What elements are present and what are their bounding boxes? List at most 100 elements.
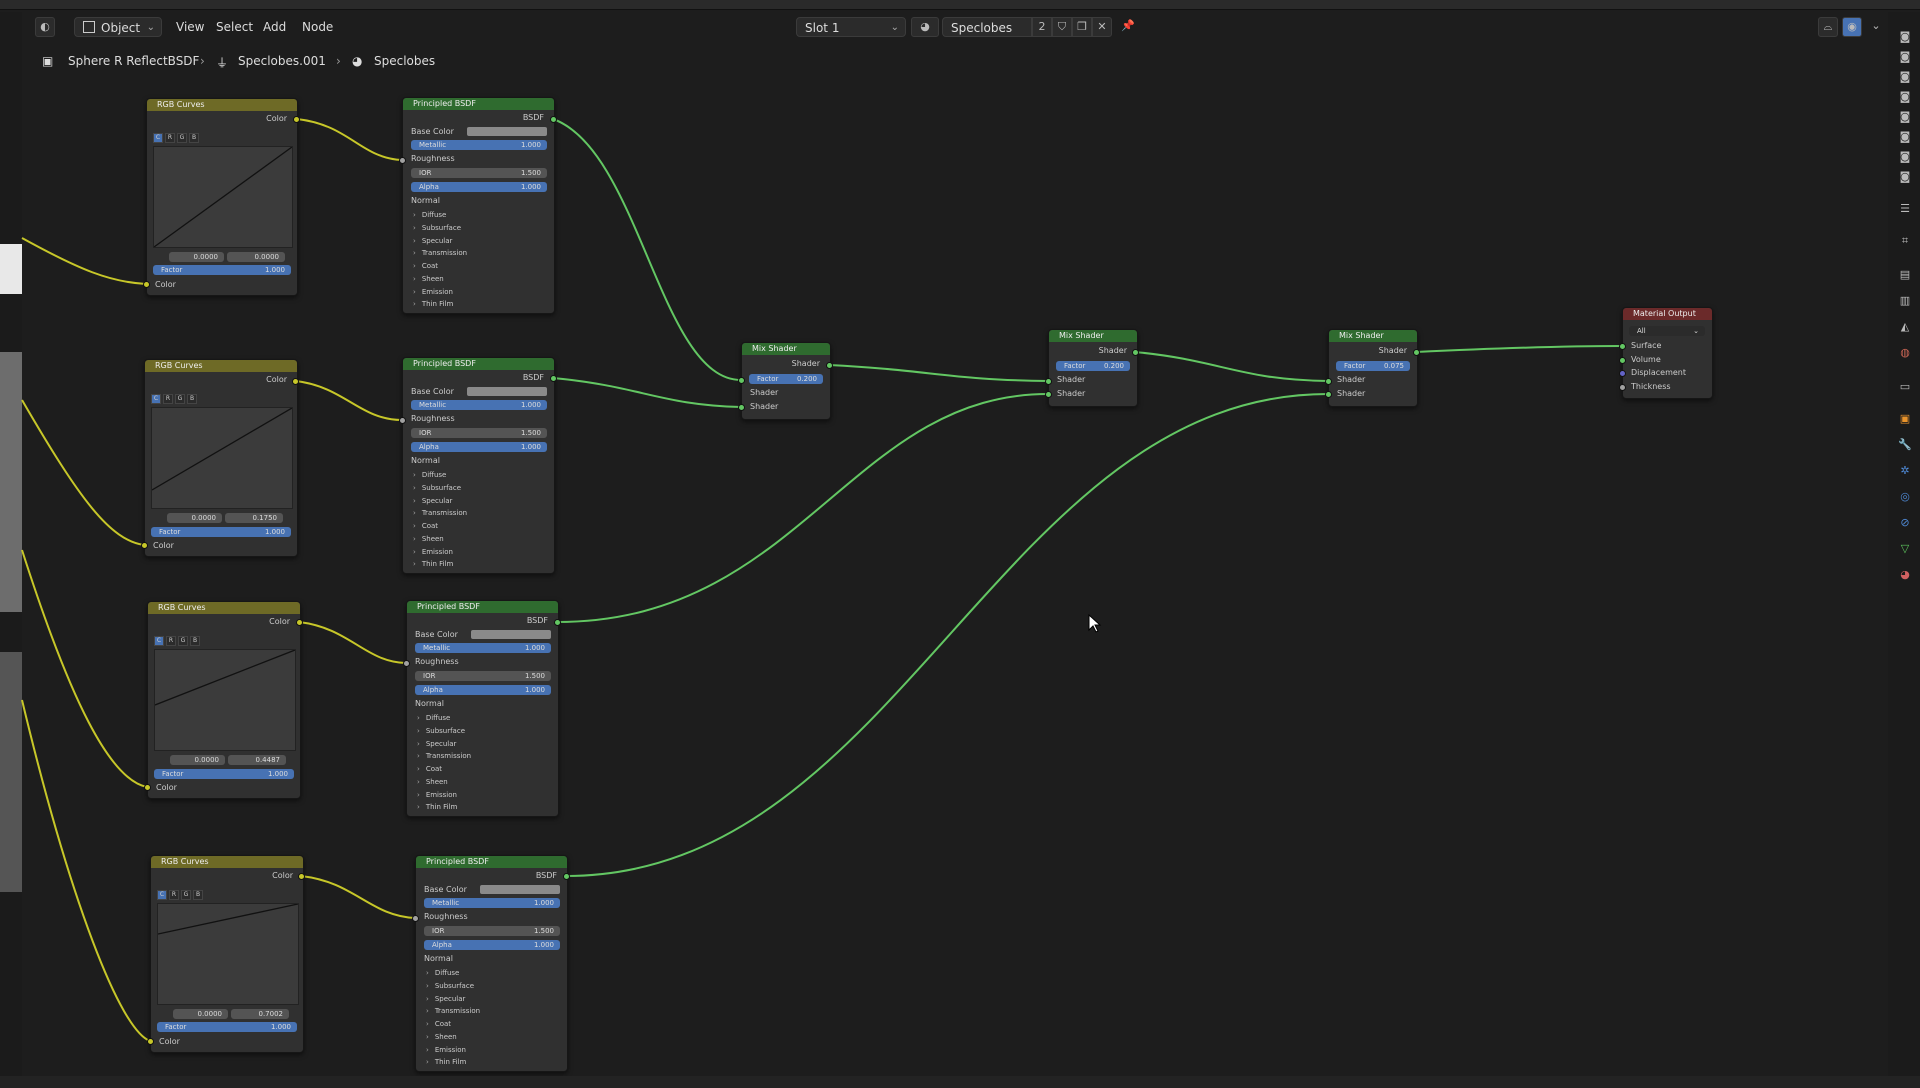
- metallic-field[interactable]: Metallic 1.000: [415, 643, 551, 653]
- metallic-field[interactable]: Metallic 1.000: [411, 140, 547, 150]
- tool-icon[interactable]: ☰: [1898, 202, 1912, 216]
- particles-icon[interactable]: ✲: [1898, 464, 1912, 478]
- ior-field[interactable]: IOR 1.500: [411, 428, 547, 438]
- view-layer-icon[interactable]: ▥: [1898, 294, 1912, 308]
- mix-shader-node[interactable]: Mix Shader Shader Factor 0.200 Shader Sha…: [741, 342, 831, 420]
- principled-bsdf-node[interactable]: Principled BSDF BSDF Base Color Metallic…: [406, 600, 559, 817]
- socket-volume-in[interactable]: [1619, 357, 1626, 364]
- channel-b[interactable]: B: [187, 394, 197, 404]
- rgb-curves-node[interactable]: RGB Curves Color C R G B 0.0000 0.7002 F…: [150, 855, 304, 1053]
- panel-subsurface[interactable]: Subsurface: [413, 222, 461, 234]
- panel-diffuse[interactable]: Diffuse: [417, 712, 451, 724]
- camera-icon[interactable]: ◙: [1898, 30, 1912, 44]
- curve-graph[interactable]: [151, 407, 293, 509]
- mix-shader-node[interactable]: Mix Shader Shader Factor 0.200 Shader Sha…: [1048, 329, 1138, 407]
- curve-graph[interactable]: [153, 146, 293, 248]
- panel-sheen[interactable]: Sheen: [417, 776, 448, 788]
- socket-roughness-in[interactable]: [403, 660, 410, 667]
- constraint-icon[interactable]: ⊘: [1898, 516, 1912, 530]
- socket-bsdf-out[interactable]: [563, 873, 570, 880]
- panel-specular[interactable]: Specular: [413, 495, 453, 507]
- panel-sheen[interactable]: Sheen: [413, 533, 444, 545]
- ior-field[interactable]: IOR 1.500: [424, 926, 560, 936]
- panel-diffuse[interactable]: Diffuse: [413, 209, 447, 221]
- socket-displacement-in[interactable]: [1619, 370, 1626, 377]
- socket-color-out[interactable]: [296, 619, 303, 626]
- factor-field[interactable]: Factor 1.000: [157, 1022, 297, 1032]
- metallic-field[interactable]: Metallic 1.000: [411, 400, 547, 410]
- metallic-field[interactable]: Metallic 1.000: [424, 898, 560, 908]
- base-color-swatch[interactable]: [467, 127, 547, 136]
- socket-shader-out[interactable]: [1413, 349, 1420, 356]
- panel-emission[interactable]: Emission: [426, 1044, 466, 1056]
- panel-specular[interactable]: Specular: [426, 993, 466, 1005]
- channel-r[interactable]: R: [163, 394, 173, 404]
- camera-icon[interactable]: ◙: [1898, 130, 1912, 144]
- alpha-field[interactable]: Alpha 1.000: [411, 182, 547, 192]
- channel-r[interactable]: R: [169, 890, 179, 900]
- panel-thin-film[interactable]: Thin Film: [413, 298, 454, 310]
- panel-subsurface[interactable]: Subsurface: [413, 482, 461, 494]
- channel-c[interactable]: C: [153, 133, 163, 143]
- panel-specular[interactable]: Specular: [417, 738, 457, 750]
- camera-icon[interactable]: ◙: [1898, 150, 1912, 164]
- panel-sheen[interactable]: Sheen: [426, 1031, 457, 1043]
- socket-bsdf-out[interactable]: [550, 116, 557, 123]
- material-icon[interactable]: ◕: [1898, 568, 1912, 582]
- panel-emission[interactable]: Emission: [417, 789, 457, 801]
- channel-c[interactable]: C: [154, 636, 164, 646]
- curve-y-field[interactable]: 0.7002: [231, 1009, 289, 1019]
- principled-bsdf-node[interactable]: Principled BSDF BSDF Base Color Metallic…: [415, 855, 568, 1072]
- render-icon[interactable]: ⌗: [1898, 234, 1912, 248]
- factor-field[interactable]: Factor 0.075: [1336, 361, 1410, 371]
- curve-x-field[interactable]: 0.0000: [173, 1009, 228, 1019]
- alpha-field[interactable]: Alpha 1.000: [411, 442, 547, 452]
- socket-shader-in[interactable]: [1045, 378, 1052, 385]
- panel-sheen[interactable]: Sheen: [413, 273, 444, 285]
- socket-roughness-in[interactable]: [412, 915, 419, 922]
- panel-subsurface[interactable]: Subsurface: [426, 980, 474, 992]
- socket-color-out[interactable]: [293, 116, 300, 123]
- factor-field[interactable]: Factor 0.200: [749, 374, 823, 384]
- camera-icon[interactable]: ◙: [1898, 170, 1912, 184]
- curve-graph[interactable]: [157, 903, 299, 1005]
- ior-field[interactable]: IOR 1.500: [415, 671, 551, 681]
- alpha-field[interactable]: Alpha 1.000: [424, 940, 560, 950]
- socket-shader-in[interactable]: [738, 404, 745, 411]
- object-icon[interactable]: ▣: [1898, 412, 1912, 426]
- socket-bsdf-out[interactable]: [554, 619, 561, 626]
- channel-g[interactable]: G: [178, 636, 188, 646]
- panel-coat[interactable]: Coat: [413, 520, 438, 532]
- material-output-node[interactable]: Material Output All ⌄ Surface Volume Disp…: [1622, 307, 1713, 399]
- panel-transmission[interactable]: Transmission: [417, 750, 471, 762]
- channel-g[interactable]: G: [177, 133, 187, 143]
- panel-transmission[interactable]: Transmission: [413, 507, 467, 519]
- rgb-curves-node[interactable]: RGB Curves Color C R G B 0.0000 0.4487 F…: [147, 601, 301, 799]
- socket-color-out[interactable]: [298, 873, 305, 880]
- curve-graph[interactable]: [154, 649, 296, 751]
- channel-r[interactable]: R: [165, 133, 175, 143]
- channel-b[interactable]: B: [190, 636, 200, 646]
- panel-specular[interactable]: Specular: [413, 235, 453, 247]
- socket-color-in[interactable]: [147, 1038, 154, 1045]
- socket-shader-in[interactable]: [738, 377, 745, 384]
- socket-roughness-in[interactable]: [399, 157, 406, 164]
- curve-x-field[interactable]: 0.0000: [170, 755, 225, 765]
- factor-field[interactable]: Factor 1.000: [154, 769, 294, 779]
- target-dropdown[interactable]: All ⌄: [1629, 326, 1705, 336]
- panel-emission[interactable]: Emission: [413, 546, 453, 558]
- curve-y-field[interactable]: 0.0000: [227, 252, 285, 262]
- panel-emission[interactable]: Emission: [413, 286, 453, 298]
- panel-subsurface[interactable]: Subsurface: [417, 725, 465, 737]
- panel-thin-film[interactable]: Thin Film: [426, 1056, 467, 1068]
- base-color-swatch[interactable]: [471, 630, 551, 639]
- factor-field[interactable]: Factor 1.000: [151, 527, 291, 537]
- panel-diffuse[interactable]: Diffuse: [426, 967, 460, 979]
- data-icon[interactable]: ▽: [1898, 542, 1912, 556]
- channel-c[interactable]: C: [157, 890, 167, 900]
- panel-diffuse[interactable]: Diffuse: [413, 469, 447, 481]
- curve-x-field[interactable]: 0.0000: [169, 252, 224, 262]
- channel-g[interactable]: G: [181, 890, 191, 900]
- factor-field[interactable]: Factor 1.000: [153, 265, 291, 275]
- panel-coat[interactable]: Coat: [413, 260, 438, 272]
